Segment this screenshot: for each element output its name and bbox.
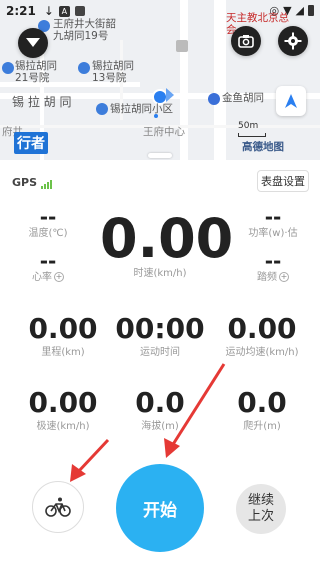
gps-signal-icon bbox=[41, 179, 53, 189]
add-sensor-icon[interactable]: + bbox=[279, 272, 289, 282]
max-speed-metric[interactable]: 0.00 极速(km/h) bbox=[18, 388, 108, 433]
map-label: 锡拉胡同小区 bbox=[110, 103, 173, 115]
map-scale-label: 50m bbox=[238, 121, 259, 131]
map-label: 九胡同19号 bbox=[53, 30, 109, 42]
avg-speed-value: 0.00 bbox=[227, 312, 297, 345]
download-icon: ↓ bbox=[43, 4, 54, 18]
signal-icon: ◢ bbox=[295, 4, 304, 17]
map-label: 锡拉胡同 bbox=[92, 60, 134, 72]
map-label: 天主教北京总 bbox=[226, 12, 289, 24]
duration-value: 00:00 bbox=[115, 312, 205, 345]
battery-icon bbox=[308, 5, 314, 16]
map-provider-logo: 高德地图 bbox=[242, 141, 284, 153]
speed-metric[interactable]: 0.00 时速(km/h) bbox=[100, 207, 234, 280]
speed-value: 0.00 bbox=[100, 207, 234, 270]
distance-label: 里程(km) bbox=[41, 347, 85, 358]
duration-label: 运动时间 bbox=[140, 347, 180, 358]
square-icon bbox=[74, 6, 85, 16]
climb-metric[interactable]: 0.0 爬升(m) bbox=[214, 388, 310, 433]
start-button[interactable]: 开始 bbox=[116, 464, 204, 552]
gps-label: GPS bbox=[12, 176, 38, 189]
map-label: 13号院 bbox=[92, 72, 127, 84]
app-a-icon: A bbox=[58, 5, 70, 17]
map-label: 锡 拉 胡 同 bbox=[12, 95, 72, 109]
dial-settings-button[interactable]: 表盘设置 bbox=[257, 170, 309, 192]
map-label: 21号院 bbox=[15, 72, 50, 84]
sport-type-button[interactable] bbox=[32, 481, 84, 533]
temperature-label: 温度(℃) bbox=[28, 228, 68, 239]
duration-metric[interactable]: 00:00 运动时间 bbox=[112, 314, 208, 359]
add-sensor-icon[interactable]: + bbox=[54, 272, 64, 282]
climb-value: 0.0 bbox=[237, 386, 287, 419]
power-metric[interactable]: -- 功率(w)·估 bbox=[238, 206, 308, 240]
avg-speed-metric[interactable]: 0.00 运动均速(km/h) bbox=[214, 314, 310, 359]
power-value: -- bbox=[264, 205, 282, 229]
heart-rate-label: 心率 bbox=[32, 272, 52, 283]
climb-label: 爬升(m) bbox=[243, 421, 281, 432]
altitude-value: 0.0 bbox=[135, 386, 185, 419]
distance-metric[interactable]: 0.00 里程(km) bbox=[18, 314, 108, 359]
max-speed-label: 极速(km/h) bbox=[36, 421, 90, 432]
map-label: 王府井大街韶 bbox=[53, 18, 116, 30]
map-label: 锡拉胡同 bbox=[15, 60, 57, 72]
poi-pin-icon bbox=[78, 62, 90, 74]
heart-rate-value: -- bbox=[39, 249, 57, 273]
poi-square-icon bbox=[176, 40, 188, 52]
power-label: 功率(w)·估 bbox=[248, 228, 298, 239]
resume-line1: 继续 bbox=[247, 493, 274, 508]
bicycle-icon bbox=[45, 497, 71, 517]
panel-drag-handle[interactable] bbox=[148, 153, 172, 158]
resume-last-button[interactable]: 继续 上次 bbox=[236, 484, 286, 534]
map-label: 王府中心 bbox=[143, 126, 185, 138]
cadence-label: 踏频 bbox=[257, 272, 277, 283]
temperature-value: -- bbox=[39, 205, 57, 229]
collapse-map-button[interactable] bbox=[18, 28, 48, 58]
cadence-value: -- bbox=[264, 249, 282, 273]
gear-icon bbox=[284, 32, 302, 50]
altitude-label: 海拔(m) bbox=[141, 421, 179, 432]
temperature-metric[interactable]: -- 温度(℃) bbox=[22, 206, 74, 240]
navigation-arrow-icon bbox=[285, 94, 297, 108]
camera-icon bbox=[238, 35, 254, 48]
avg-speed-label: 运动均速(km/h) bbox=[225, 347, 299, 358]
map-view[interactable]: 2:21 ↓ A ◎ ▼ ◢ 王府井大街韶 九胡同19号 锡拉胡同 21号院 锡… bbox=[0, 0, 320, 160]
camera-button[interactable] bbox=[231, 26, 261, 56]
status-time: 2:21 bbox=[6, 4, 36, 18]
poi-pin-icon bbox=[2, 62, 14, 74]
gps-status: GPS bbox=[12, 176, 53, 189]
xingzhe-logo: 行者 bbox=[14, 132, 48, 154]
locate-me-button[interactable] bbox=[276, 86, 306, 116]
map-settings-button[interactable] bbox=[278, 26, 308, 56]
cadence-metric[interactable]: -- 踏频 + bbox=[244, 250, 302, 284]
poi-pin-icon bbox=[96, 103, 108, 115]
max-speed-value: 0.00 bbox=[28, 386, 98, 419]
chevron-down-icon bbox=[26, 38, 40, 47]
map-label: 金鱼胡同 bbox=[222, 92, 264, 104]
altitude-metric[interactable]: 0.0 海拔(m) bbox=[112, 388, 208, 433]
distance-value: 0.00 bbox=[28, 312, 98, 345]
heart-rate-metric[interactable]: -- 心率 + bbox=[22, 250, 74, 284]
resume-line2: 上次 bbox=[247, 509, 274, 524]
map-scale-bar bbox=[238, 133, 266, 137]
poi-pin-icon bbox=[208, 93, 220, 105]
